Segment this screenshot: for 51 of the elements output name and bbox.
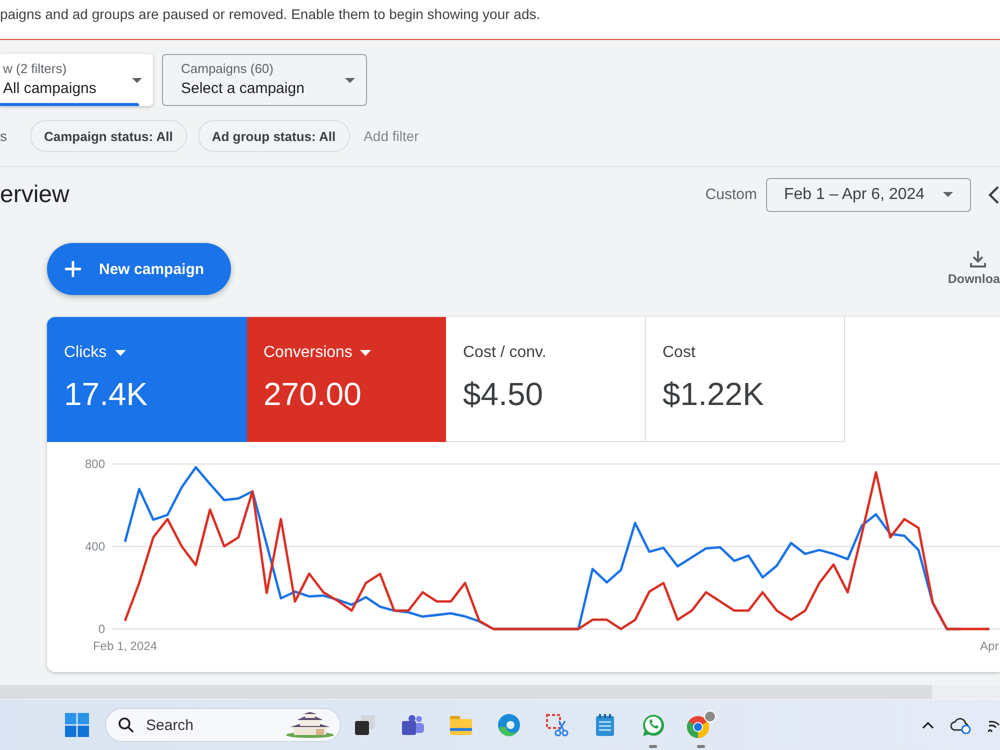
wifi-icon[interactable] <box>988 718 1000 732</box>
metric-tile[interactable]: Cost / conv. $4.50 <box>446 317 646 442</box>
metric-tile[interactable]: Clicks 17.4K <box>47 317 246 442</box>
download-button[interactable]: Downloa <box>948 250 1000 286</box>
overlapping-squares-icon[interactable] <box>353 713 377 737</box>
metric-label: Conversions <box>264 343 352 363</box>
filters-label: s <box>0 128 7 144</box>
x-tick-label: Apr <box>980 639 999 653</box>
browser-swirl-icon[interactable] <box>497 713 521 737</box>
caret-icon <box>345 78 355 82</box>
metric-label: Cost <box>662 343 696 363</box>
y-tick-label: 0 <box>98 622 105 636</box>
y-tick-label: 400 <box>84 540 105 554</box>
metric-tile[interactable]: Conversions 270.00 <box>246 317 446 442</box>
filter-chip[interactable]: Campaign status: All <box>30 120 187 152</box>
metric-label: Cost / conv. <box>463 343 546 363</box>
scissors-icon[interactable] <box>545 713 569 737</box>
castle-icon <box>286 712 334 738</box>
caret-icon <box>360 350 372 356</box>
phone-bubble-icon[interactable] <box>641 713 665 737</box>
campaign-select[interactable]: Campaigns (60) Select a campaign <box>162 54 367 106</box>
caret-icon <box>132 78 142 82</box>
metric-value: $1.22K <box>662 375 764 413</box>
x-tick-label: Feb 1, 2024 <box>92 639 158 653</box>
y-tick-label: 800 <box>84 457 105 471</box>
caret-icon <box>943 192 953 197</box>
search-field[interactable]: Search <box>105 708 341 742</box>
banner-message: paigns and ad groups are paused or removed. Enable them to begin showing your ads. <box>0 6 540 23</box>
download-icon <box>968 250 987 268</box>
tricolor-circle-icon[interactable] <box>686 710 716 740</box>
start-icon[interactable] <box>65 713 89 737</box>
chevron-up-icon[interactable] <box>922 721 934 729</box>
notepad-icon[interactable] <box>593 713 617 737</box>
filter-chip[interactable]: Ad group status: All <box>198 120 350 152</box>
metric-tile[interactable]: Cost $1.22K <box>646 317 845 442</box>
new-campaign-button[interactable]: New campaign <box>47 243 231 295</box>
plus-icon <box>64 260 82 278</box>
metric-value: 17.4K <box>64 375 148 413</box>
date-range-label: Custom <box>705 186 757 203</box>
people-tile-icon[interactable] <box>401 713 425 737</box>
cloud-icon[interactable] <box>950 716 972 734</box>
metric-label: Clicks <box>64 343 107 363</box>
page-title: erview <box>0 180 70 208</box>
view-select[interactable]: w (2 filters) All campaigns <box>0 54 153 106</box>
search-icon <box>118 717 134 733</box>
chevron-left-icon[interactable] <box>988 184 1000 204</box>
metric-value: 270.00 <box>264 375 362 413</box>
folder-icon[interactable] <box>449 713 473 737</box>
metric-value: $4.50 <box>463 375 544 413</box>
caret-icon <box>114 350 126 356</box>
date-range-dropdown[interactable]: Feb 1 – Apr 6, 2024 <box>766 178 971 212</box>
